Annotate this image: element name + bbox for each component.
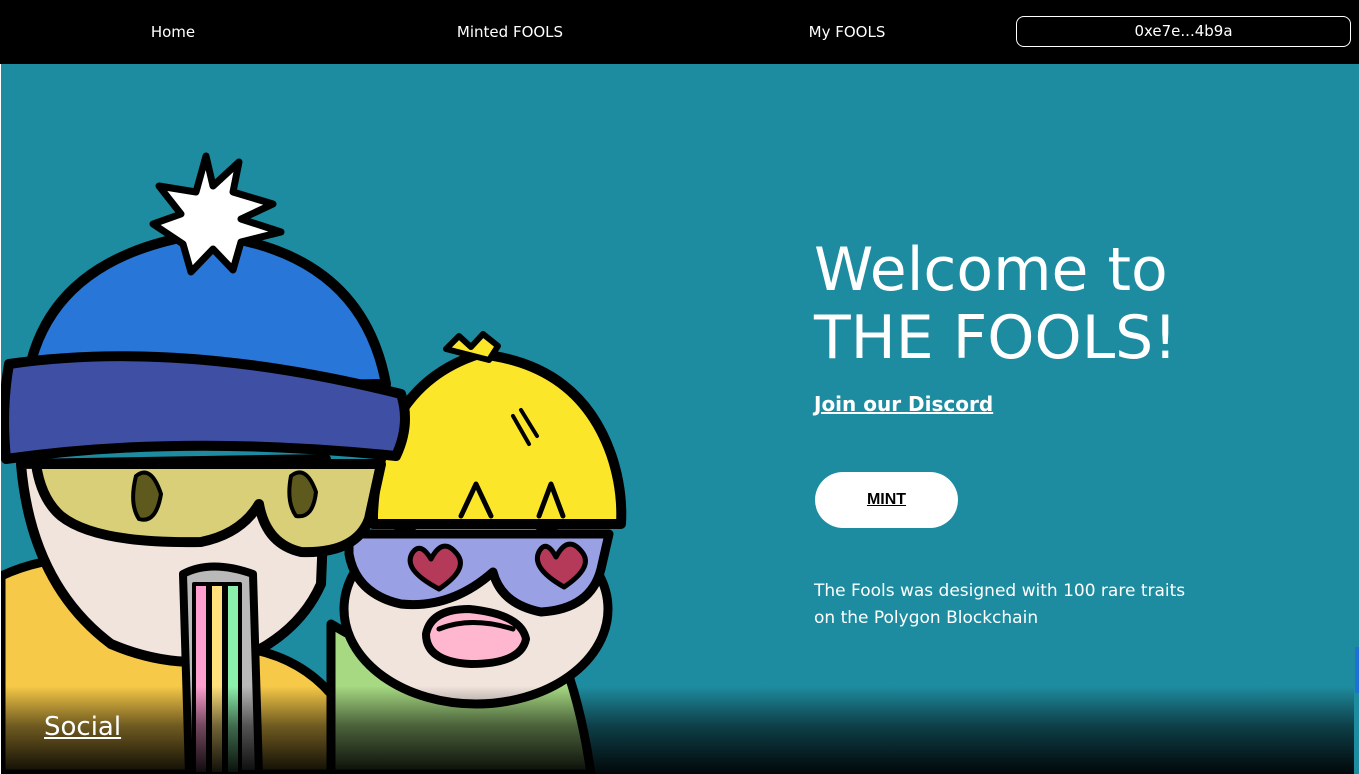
- hero-section: Welcome to THE FOOLS! Join our Discord M…: [1, 64, 1354, 774]
- fools-characters-illustration: [1, 152, 627, 774]
- hero-title-line-2: THE FOOLS!: [814, 303, 1178, 373]
- project-description: The Fools was designed with 100 rare tra…: [814, 581, 1186, 628]
- join-discord-link[interactable]: Join our Discord: [814, 392, 993, 416]
- social-link[interactable]: Social: [44, 712, 121, 742]
- mint-button[interactable]: MINT: [815, 472, 958, 528]
- wallet-address-button[interactable]: 0xe7e...4b9a: [1016, 16, 1351, 47]
- hero-bottom-gradient: [1, 686, 1354, 774]
- hero-title-line-1: Welcome to: [814, 235, 1168, 305]
- nav-minted-fools-link[interactable]: Minted FOOLS: [420, 0, 600, 64]
- scrollbar-thumb[interactable]: [1355, 647, 1359, 693]
- top-navigation: Home Minted FOOLS My FOOLS 0xe7e...4b9a: [0, 0, 1359, 64]
- nav-my-fools-link[interactable]: My FOOLS: [767, 0, 927, 64]
- hero-title: Welcome to THE FOOLS!: [814, 236, 1177, 372]
- nav-home-link[interactable]: Home: [93, 0, 253, 64]
